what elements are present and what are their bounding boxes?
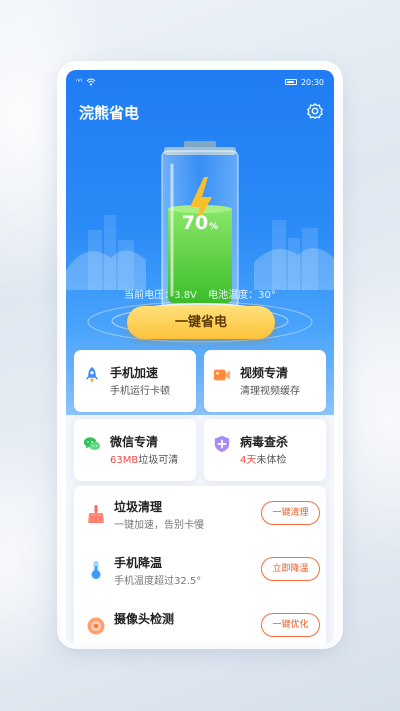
junk-clean-button[interactable]: 一键清理 [261, 501, 320, 525]
one-key-save-button[interactable]: 一键省电 [127, 306, 275, 339]
card-wechat-clean[interactable]: 微信专清 63MB垃圾可清 [74, 419, 196, 481]
signal-icon: ⁿˡ ⁿˡ [76, 78, 82, 86]
card-phone-speedup[interactable]: 手机加速 手机运行卡顿 [74, 350, 196, 412]
app-screen: ⁿˡ ⁿˡ 20:30 浣熊省电 70% 当前电压：3.8V 电池温度：30° … [66, 70, 334, 644]
wechat-icon [83, 437, 101, 450]
card-subtitle: 手机运行卡顿 [110, 386, 170, 397]
status-bar: ⁿˡ ⁿˡ 20:30 [76, 76, 324, 88]
battery-info: 当前电压：3.8V 电池温度：30° [66, 286, 334, 301]
card-subtitle: 4天未体检 [240, 455, 287, 466]
card-title: 微信专清 [110, 435, 159, 449]
list-item-subtitle: 手机温度超过32.5° [114, 576, 202, 587]
tool-list: 垃圾清理 一键加速，告别卡慢 一键清理 手机降温 手机温度超过32.5° 立即降… [74, 486, 326, 644]
voltage-text: 当前电压：3.8V [124, 290, 197, 301]
card-subtitle: 63MB垃圾可清 [110, 455, 179, 466]
gear-icon[interactable] [306, 102, 324, 120]
phone-frame: ⁿˡ ⁿˡ 20:30 浣熊省电 70% 当前电压：3.8V 电池温度：30° … [62, 66, 338, 644]
video-icon [213, 369, 231, 381]
list-item-title: 摄像头检测 [114, 612, 175, 626]
camera-icon [87, 617, 105, 635]
broom-icon [88, 505, 104, 523]
thermometer-icon [91, 561, 101, 579]
rocket-icon [85, 366, 99, 384]
card-title: 视频专清 [240, 366, 289, 380]
battery-percentage: 70% [181, 212, 219, 234]
cool-down-button[interactable]: 立即降温 [261, 557, 320, 581]
card-subtitle: 清理视频缓存 [240, 386, 300, 397]
list-item-junk-clean: 垃圾清理 一键加速，告别卡慢 一键清理 [74, 490, 326, 546]
battery-status-icon [284, 79, 297, 85]
list-item-camera-check: 摄像头检测 一键优化 [74, 602, 326, 644]
list-item-subtitle: 一键加速，告别卡慢 [114, 520, 204, 531]
app-title: 浣熊省电 [79, 104, 140, 122]
camera-optimize-button[interactable]: 一键优化 [261, 613, 320, 637]
card-virus-scan[interactable]: 病毒查杀 4天未体检 [204, 419, 326, 481]
list-item-title: 手机降温 [114, 556, 163, 570]
list-item-title: 垃圾清理 [114, 500, 163, 514]
temperature-text: 电池温度：30° [208, 290, 276, 301]
shield-icon [214, 435, 230, 453]
card-title: 病毒查杀 [240, 435, 289, 449]
list-item-cool-down: 手机降温 手机温度超过32.5° 立即降温 [74, 546, 326, 602]
card-title: 手机加速 [110, 366, 159, 380]
status-time: 20:30 [300, 77, 324, 87]
wifi-icon [86, 78, 96, 86]
card-video-clean[interactable]: 视频专清 清理视频缓存 [204, 350, 326, 412]
